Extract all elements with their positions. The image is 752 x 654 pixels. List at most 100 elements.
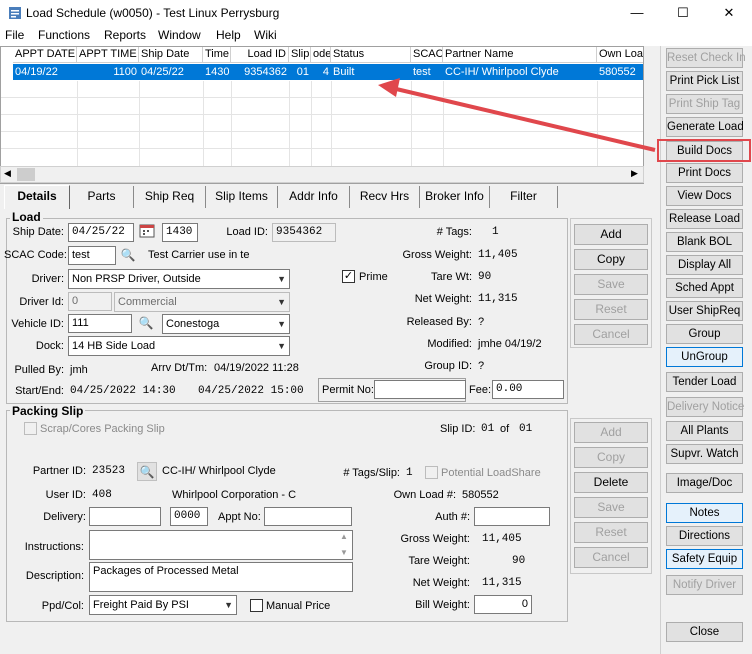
auth-input[interactable] xyxy=(474,507,550,526)
menu-reports[interactable]: Reports xyxy=(104,28,146,42)
driver-id-label: Driver Id: xyxy=(19,296,64,308)
reset-check-in-button[interactable]: Reset Check In xyxy=(666,48,746,68)
tab-filter[interactable]: Filter xyxy=(490,186,558,208)
tab-ship-req[interactable]: Ship Req xyxy=(134,186,206,208)
slip-save-button[interactable]: Save xyxy=(574,497,648,518)
close-button[interactable]: Close xyxy=(666,622,743,642)
delivery-time-input[interactable]: 0000 xyxy=(170,507,208,526)
menu-window[interactable]: Window xyxy=(158,28,201,42)
print-docs-button[interactable]: Print Docs xyxy=(666,163,743,183)
load-grid[interactable]: APPT DATE APPT TIME Ship Date Time Load … xyxy=(0,46,644,184)
menu-functions[interactable]: Functions xyxy=(38,28,90,42)
print-ship-tag-button[interactable]: Print Ship Tag xyxy=(666,94,743,114)
tab-slip-items[interactable]: Slip Items xyxy=(206,186,278,208)
image-doc-button[interactable]: Image/Doc xyxy=(666,473,743,493)
slip-add-button[interactable]: Add xyxy=(574,422,648,443)
group-button[interactable]: Group xyxy=(666,324,743,344)
col-header-code[interactable]: ode xyxy=(311,47,331,63)
partner-id-label: Partner ID: xyxy=(32,465,86,477)
binoculars-icon[interactable]: 🔍 xyxy=(136,314,156,333)
scrap-checkbox[interactable] xyxy=(24,422,37,435)
supvr-watch-button[interactable]: Supvr. Watch xyxy=(666,444,743,464)
close-window-button[interactable]: ✕ xyxy=(706,0,752,26)
release-load-button[interactable]: Release Load xyxy=(666,209,743,229)
ship-time-input[interactable]: 1430 xyxy=(162,223,198,242)
instructions-textarea[interactable] xyxy=(89,530,353,560)
notify-driver-button[interactable]: Notify Driver xyxy=(666,575,743,595)
col-header-slip[interactable]: Slip xyxy=(289,47,311,63)
delivery-notice-button[interactable]: Delivery Notice xyxy=(666,397,744,417)
directions-button[interactable]: Directions xyxy=(666,526,743,546)
ship-date-input[interactable]: 04/25/22 xyxy=(68,223,134,242)
col-header-partner-name[interactable]: Partner Name xyxy=(443,47,597,63)
bill-weight-input[interactable]: 0 xyxy=(474,595,532,614)
tab-details[interactable]: Details xyxy=(4,185,70,209)
tab-addr-info[interactable]: Addr Info xyxy=(278,186,350,208)
description-textarea[interactable]: Packages of Processed Metal xyxy=(89,562,353,592)
notes-button[interactable]: Notes xyxy=(666,503,743,523)
ungroup-button[interactable]: UnGroup xyxy=(666,347,743,367)
potential-loadshare-checkbox[interactable] xyxy=(425,466,438,479)
scroll-thumb[interactable] xyxy=(17,168,35,181)
appt-no-input[interactable] xyxy=(264,507,352,526)
slip-cancel-button[interactable]: Cancel xyxy=(574,547,648,568)
binoculars-icon[interactable]: 🔍 xyxy=(118,246,138,265)
menu-help[interactable]: Help xyxy=(216,28,241,42)
fee-input[interactable]: 0.00 xyxy=(492,380,564,399)
load-cancel-button[interactable]: Cancel xyxy=(574,324,648,345)
blank-bol-button[interactable]: Blank BOL xyxy=(666,232,743,252)
col-header-ship-date[interactable]: Ship Date xyxy=(139,47,203,63)
maximize-button[interactable]: ☐ xyxy=(660,0,706,26)
delivery-input[interactable] xyxy=(89,507,161,526)
scroll-right-icon[interactable]: ▶ xyxy=(631,168,638,179)
slip-total-value: 01 xyxy=(519,423,533,435)
col-header-status[interactable]: Status xyxy=(331,47,411,63)
prime-checkbox[interactable]: ✓ xyxy=(342,270,355,283)
load-copy-button[interactable]: Copy xyxy=(574,249,648,270)
print-pick-list-button[interactable]: Print Pick List xyxy=(666,71,743,91)
tab-recv-hrs[interactable]: Recv Hrs xyxy=(350,186,420,208)
dock-select[interactable]: 14 HB Side Load ▼ xyxy=(68,336,290,356)
col-header-scac[interactable]: SCAC xyxy=(411,47,443,63)
minimize-button[interactable]: — xyxy=(614,0,660,26)
manual-price-checkbox[interactable] xyxy=(250,599,263,612)
ppd-col-select[interactable]: Freight Paid By PSI ▼ xyxy=(89,595,237,615)
scroll-left-icon[interactable]: ◀ xyxy=(4,168,11,179)
menu-wiki[interactable]: Wiki xyxy=(254,28,277,42)
slip-delete-button[interactable]: Delete xyxy=(574,472,648,493)
permit-input[interactable] xyxy=(374,380,466,399)
display-all-button[interactable]: Display All xyxy=(666,255,743,275)
table-cell: 4 xyxy=(322,66,329,78)
slip-reset-button[interactable]: Reset xyxy=(574,522,648,543)
load-save-button[interactable]: Save xyxy=(574,274,648,295)
tender-load-button[interactable]: Tender Load xyxy=(666,372,743,392)
load-add-button[interactable]: Add xyxy=(574,224,648,245)
calendar-icon[interactable] xyxy=(137,223,157,242)
vehicle-id-input[interactable]: 111 xyxy=(68,314,132,333)
tab-parts[interactable]: Parts xyxy=(70,186,134,208)
driver-select[interactable]: Non PRSP Driver, Outside ▼ xyxy=(68,269,290,289)
scroll-up-icon[interactable]: ▲ xyxy=(340,532,348,541)
col-header-load-id[interactable]: Load ID xyxy=(231,47,289,63)
tags-label: # Tags: xyxy=(436,226,472,238)
horizontal-scrollbar[interactable]: ◀ ▶ xyxy=(0,166,644,183)
all-plants-button[interactable]: All Plants xyxy=(666,421,743,441)
col-header-appt-time[interactable]: APPT TIME xyxy=(77,47,139,63)
scroll-down-icon[interactable]: ▼ xyxy=(340,548,348,557)
generate-load-button[interactable]: Generate Load xyxy=(666,117,744,137)
tab-broker-info[interactable]: Broker Info xyxy=(420,186,490,208)
view-docs-button[interactable]: View Docs xyxy=(666,186,743,206)
col-header-own-load[interactable]: Own Loa xyxy=(597,47,643,63)
slip-copy-button[interactable]: Copy xyxy=(574,447,648,468)
binoculars-icon[interactable]: 🔍 xyxy=(137,462,157,481)
safety-equip-button[interactable]: Safety Equip xyxy=(666,549,743,569)
load-reset-button[interactable]: Reset xyxy=(574,299,648,320)
instructions-label: Instructions: xyxy=(24,541,84,553)
scac-input[interactable]: test xyxy=(68,246,116,265)
menu-file[interactable]: File xyxy=(5,28,24,42)
col-header-time[interactable]: Time xyxy=(203,47,231,63)
col-header-appt-date[interactable]: APPT DATE xyxy=(13,47,77,63)
user-shipreq-button[interactable]: User ShipReq xyxy=(666,301,743,321)
vehicle-type-select[interactable]: Conestoga ▼ xyxy=(162,314,290,334)
sched-appt-button[interactable]: Sched Appt xyxy=(666,278,743,298)
